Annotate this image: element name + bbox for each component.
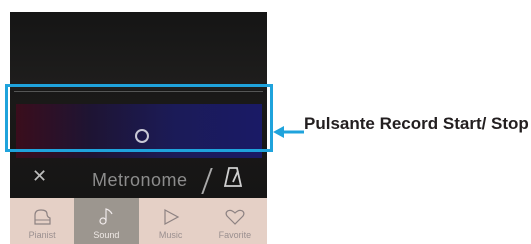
highlight-frame <box>5 84 273 152</box>
metronome-label: Metronome <box>92 170 188 190</box>
background-area <box>10 12 267 90</box>
tab-label: Sound <box>93 230 120 240</box>
bottom-tab-bar: Pianist Sound Music Favorite <box>10 198 267 244</box>
heart-icon <box>225 209 245 225</box>
tab-label: Pianist <box>28 230 56 240</box>
piano-icon <box>34 209 51 225</box>
close-icon[interactable]: ✕ <box>32 167 47 185</box>
tab-label: Favorite <box>218 230 252 240</box>
divider <box>201 168 213 194</box>
metronome-icon[interactable] <box>223 166 243 193</box>
tab-sound[interactable]: Sound <box>74 198 139 244</box>
music-note-icon <box>99 208 113 225</box>
play-icon <box>164 209 179 225</box>
tab-pianist[interactable]: Pianist <box>10 198 74 244</box>
tab-music[interactable]: Music <box>139 198 203 244</box>
callout-label: Pulsante Record Start/ Stop <box>304 114 529 133</box>
metronome-row: ✕ Metronome <box>10 164 267 196</box>
tab-favorite[interactable]: Favorite <box>203 198 267 244</box>
tab-label: Music <box>158 230 183 240</box>
callout-arrow <box>273 126 304 138</box>
